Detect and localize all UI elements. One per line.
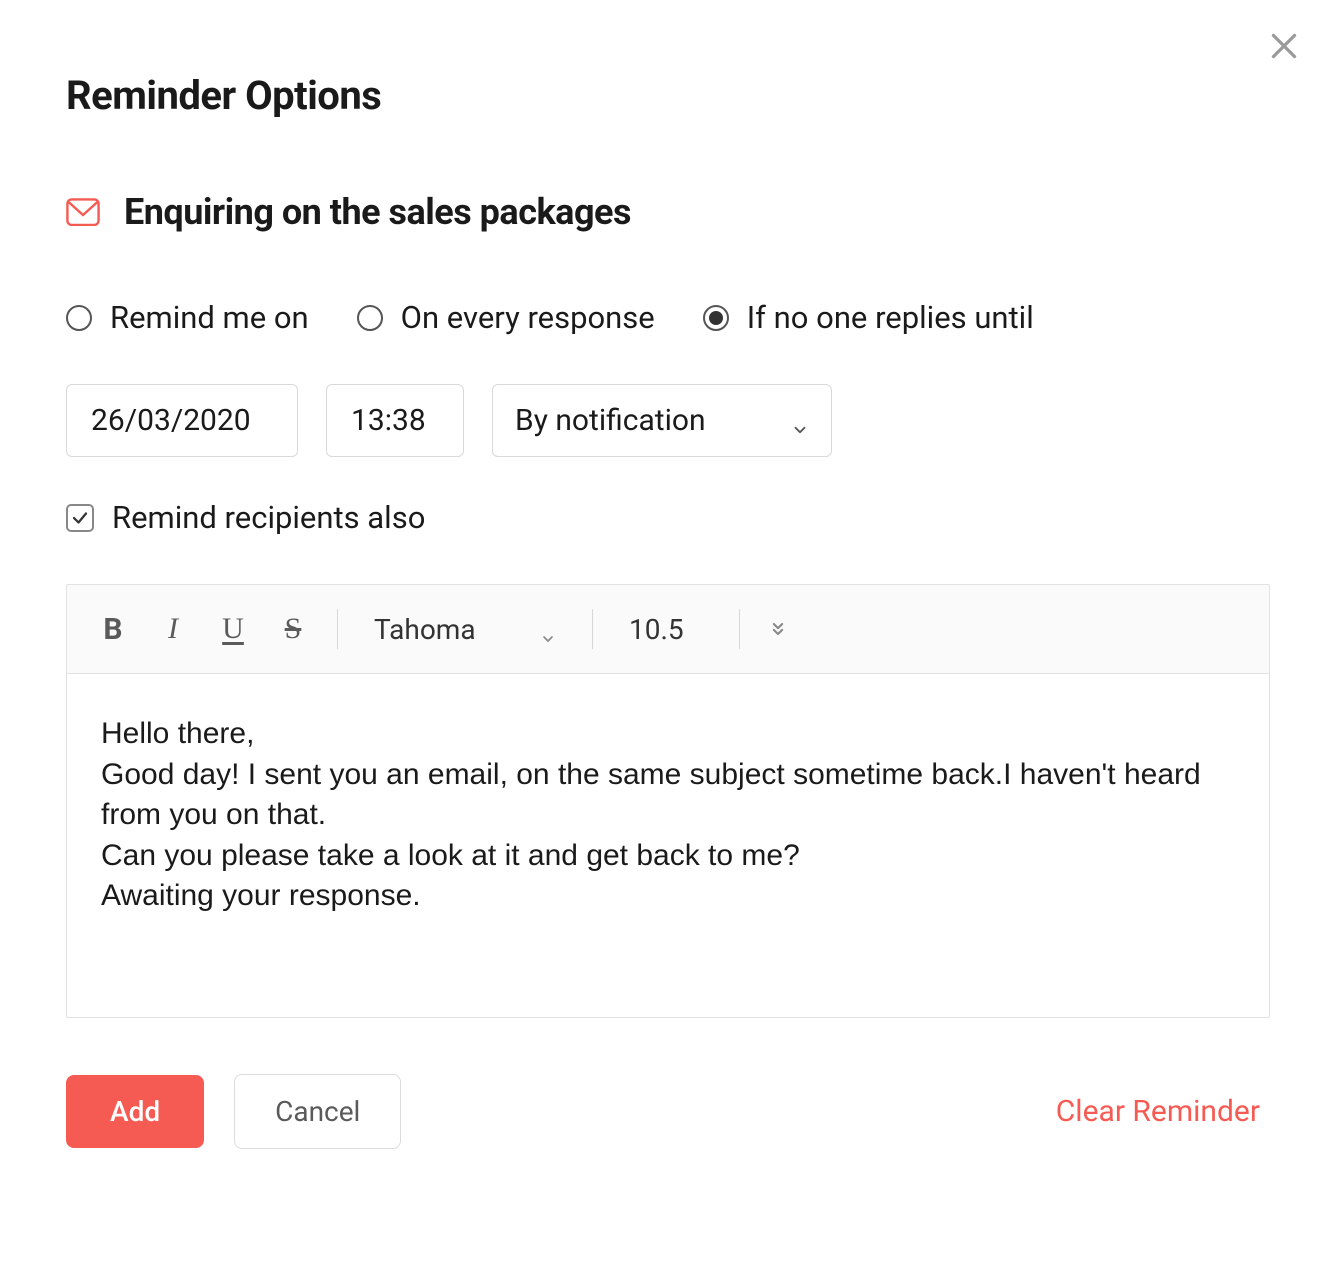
remind-recipients-checkbox[interactable]: Remind recipients also xyxy=(66,499,1270,536)
editor-toolbar: B I U S Tahoma 10.5 xyxy=(67,585,1269,674)
message-line: Hello there, xyxy=(101,714,1235,755)
reminder-type-radio-group: Remind me on On every response If no one… xyxy=(66,299,1270,336)
close-icon[interactable] xyxy=(1266,28,1302,64)
chevron-down-icon xyxy=(540,621,556,637)
message-textarea[interactable]: Hello there, Good day! I sent you an ema… xyxy=(67,674,1269,1017)
notification-method-select[interactable]: By notification xyxy=(492,384,832,457)
font-family-value: Tahoma xyxy=(374,613,476,646)
toolbar-divider xyxy=(592,609,593,649)
date-input[interactable] xyxy=(66,384,298,457)
chevron-down-icon xyxy=(791,412,809,430)
radio-remind-on[interactable]: Remind me on xyxy=(66,299,309,336)
radio-circle-icon xyxy=(357,305,383,331)
underline-button[interactable]: U xyxy=(207,603,259,655)
cancel-button[interactable]: Cancel xyxy=(234,1074,401,1149)
font-size-value: 10.5 xyxy=(629,613,684,646)
checkbox-checked-icon xyxy=(66,504,94,532)
font-size-select[interactable]: 10.5 xyxy=(611,603,721,655)
message-editor: B I U S Tahoma 10.5 xyxy=(66,584,1270,1018)
font-family-select[interactable]: Tahoma xyxy=(356,603,574,655)
message-line: Good day! I sent you an email, on the sa… xyxy=(101,755,1235,836)
radio-label: Remind me on xyxy=(110,299,309,336)
radio-label: On every response xyxy=(401,299,655,336)
message-line: Can you please take a look at it and get… xyxy=(101,836,1235,877)
toolbar-divider xyxy=(337,609,338,649)
mail-icon xyxy=(66,198,100,226)
radio-no-reply[interactable]: If no one replies until xyxy=(703,299,1034,336)
radio-label: If no one replies until xyxy=(747,299,1034,336)
toolbar-divider xyxy=(739,609,740,649)
message-line: Awaiting your response. xyxy=(101,876,1235,917)
italic-button[interactable]: I xyxy=(147,603,199,655)
radio-every-response[interactable]: On every response xyxy=(357,299,655,336)
strikethrough-button[interactable]: S xyxy=(267,603,319,655)
subject-row: Enquiring on the sales packages xyxy=(66,191,1270,233)
select-value: By notification xyxy=(515,403,706,438)
add-button[interactable]: Add xyxy=(66,1075,204,1148)
more-options-button[interactable] xyxy=(758,619,798,639)
footer: Add Cancel Clear Reminder xyxy=(66,1074,1270,1149)
time-input[interactable] xyxy=(326,384,464,457)
subject-text: Enquiring on the sales packages xyxy=(124,191,631,233)
inputs-row: By notification xyxy=(66,384,1270,457)
bold-button[interactable]: B xyxy=(87,603,139,655)
radio-circle-icon xyxy=(66,305,92,331)
radio-circle-selected-icon xyxy=(703,305,729,331)
checkbox-label: Remind recipients also xyxy=(112,499,425,536)
clear-reminder-link[interactable]: Clear Reminder xyxy=(1056,1094,1260,1129)
page-title: Reminder Options xyxy=(66,72,1270,119)
